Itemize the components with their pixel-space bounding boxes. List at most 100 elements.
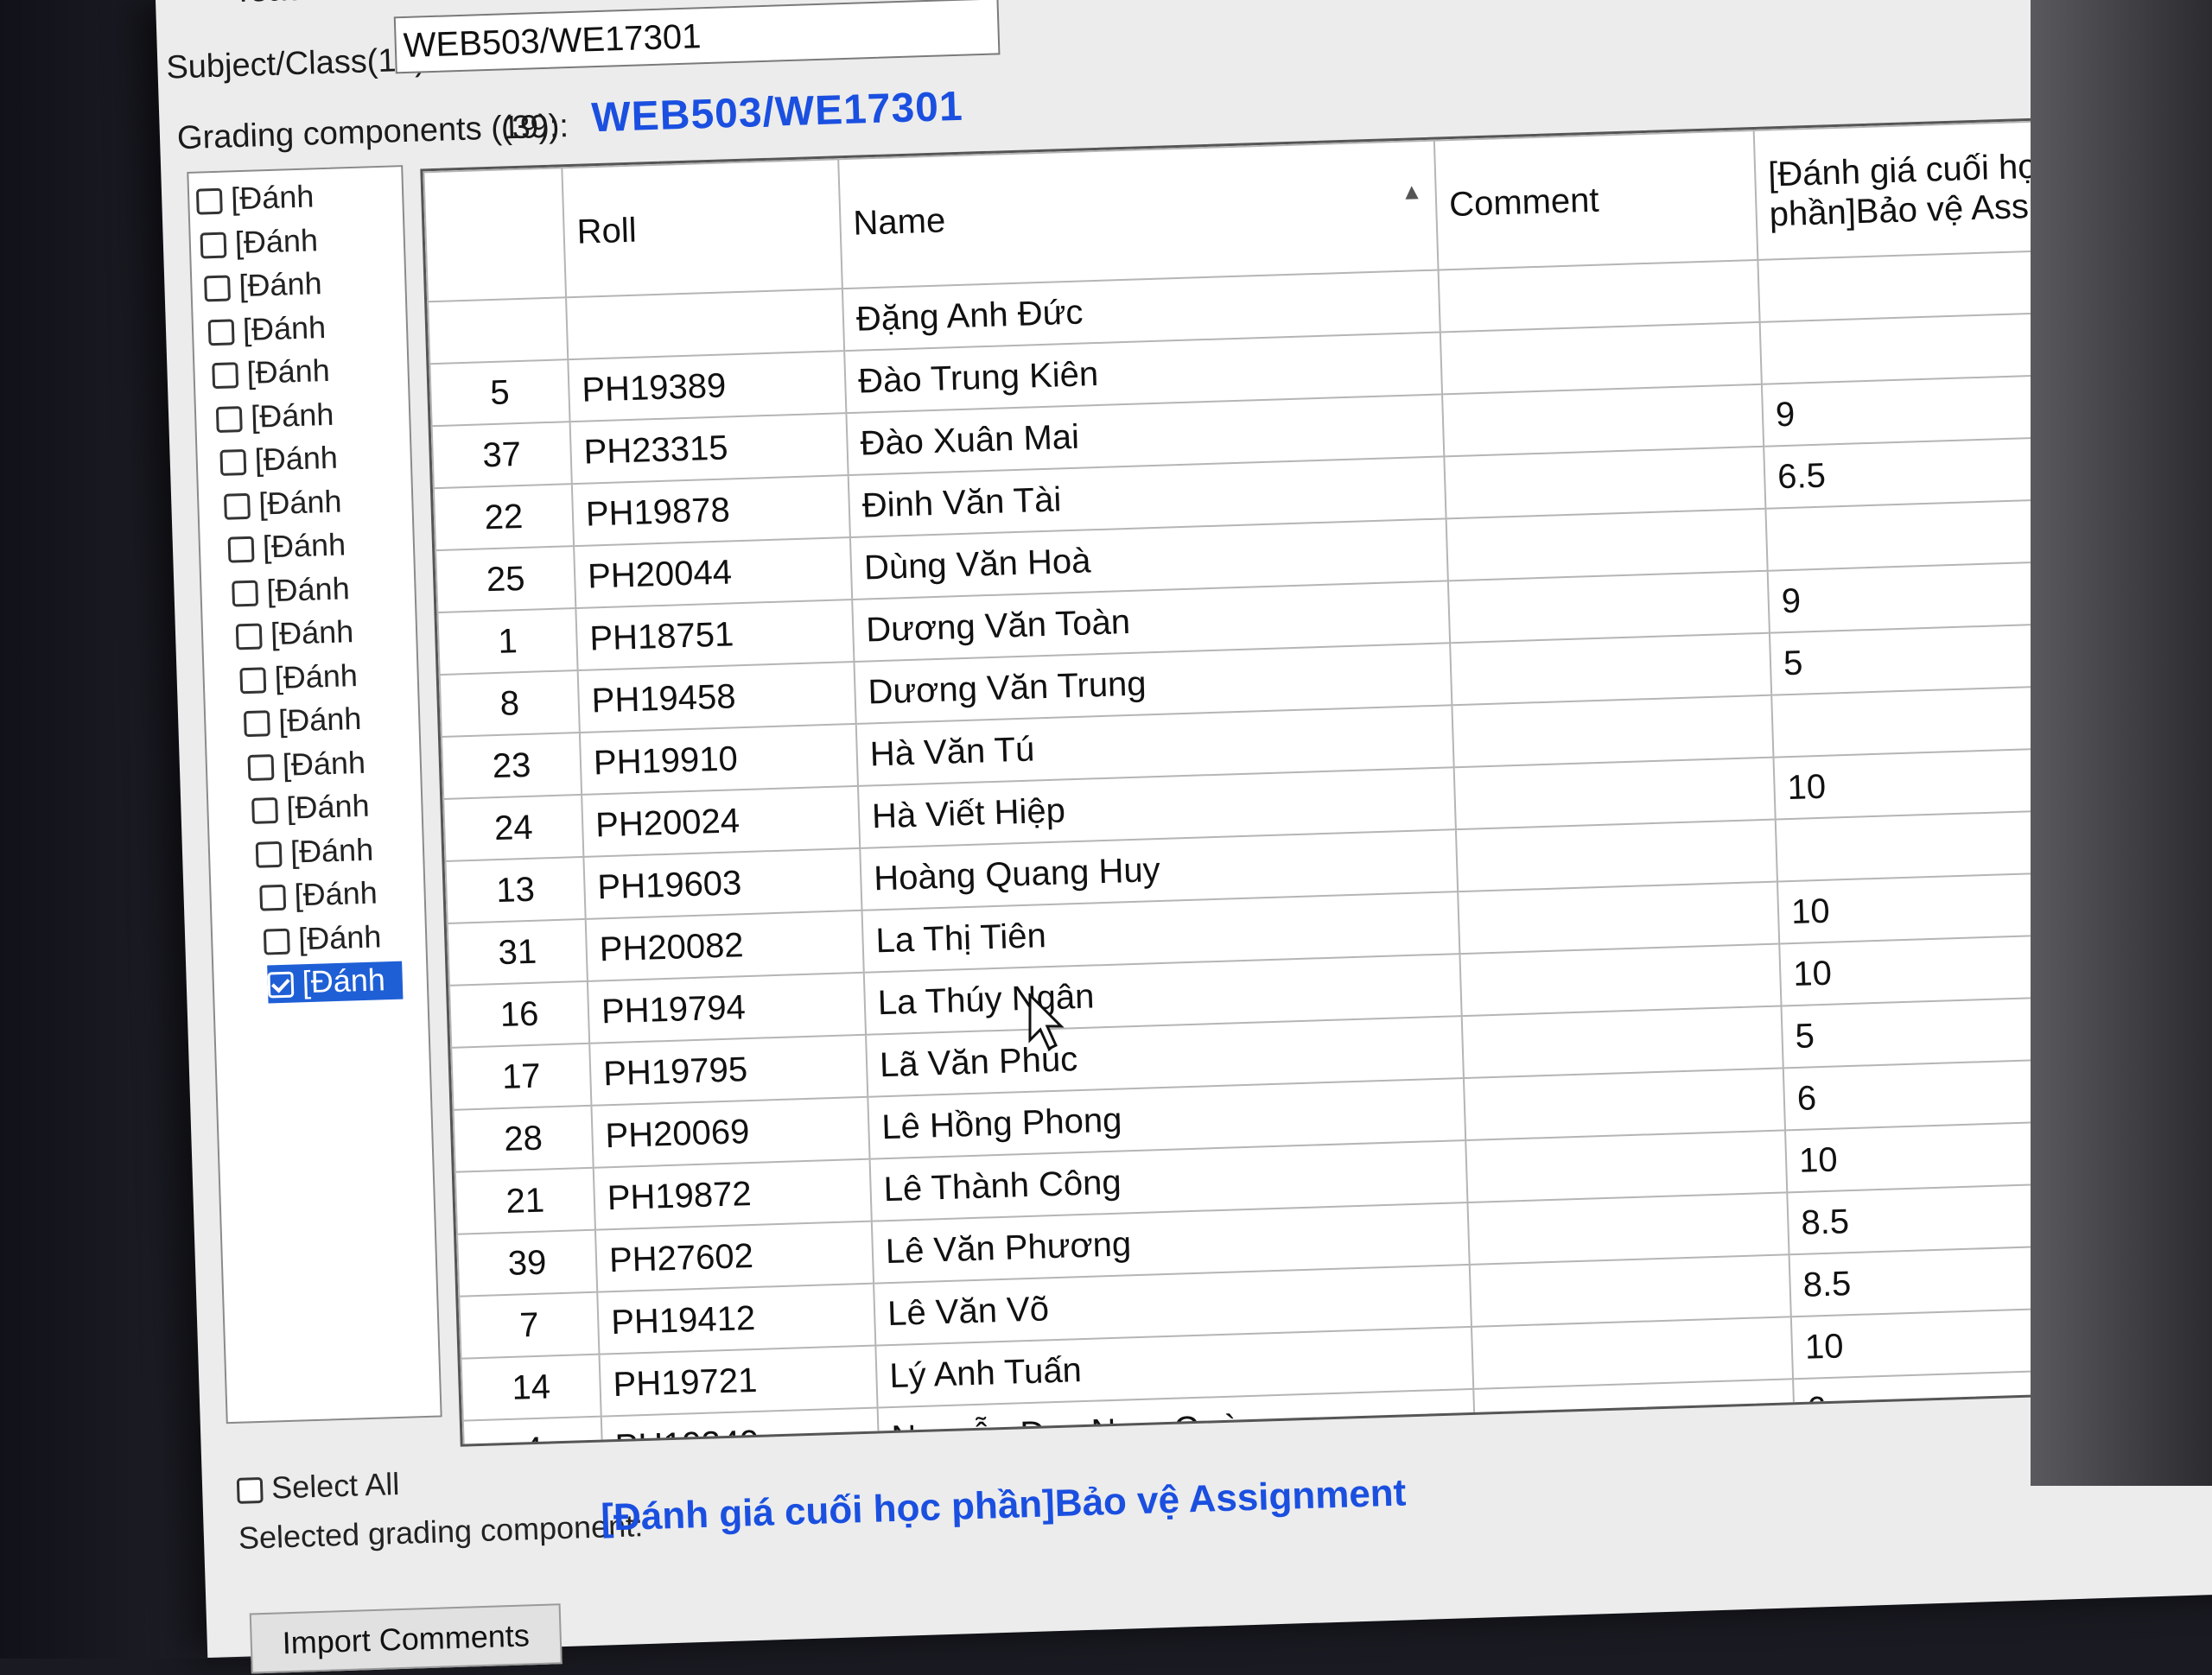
cell-comment[interactable] [1446, 508, 1768, 581]
cell-comment[interactable] [1447, 570, 1770, 644]
cell-roll [566, 289, 845, 360]
column-header-comment[interactable]: Comment [1433, 130, 1758, 270]
sort-ascending-icon: ▲ [1400, 177, 1424, 205]
grading-component-item[interactable]: [Đánh [255, 831, 374, 872]
cell-comment[interactable] [1444, 446, 1766, 519]
cell-index: 14 [461, 1354, 601, 1421]
grading-component-item[interactable]: [Đánh [251, 788, 370, 829]
cell-comment[interactable] [1453, 757, 1776, 830]
grading-component-item[interactable]: [Đánh [207, 308, 327, 351]
column-header-name[interactable]: Name ▲ [838, 140, 1439, 289]
students-grid[interactable]: Roll Name ▲ Comment [Đánh giá cuối học p… [420, 113, 2212, 1447]
cell-comment[interactable] [1467, 1192, 1789, 1265]
grading-component-label: [Đánh [270, 613, 354, 652]
grading-component-label: [Đánh [242, 308, 327, 347]
import-comments-button[interactable]: Import Comments [249, 1603, 563, 1674]
select-all-checkbox[interactable]: Select All [236, 1465, 400, 1507]
grading-component-item[interactable]: [Đánh [259, 874, 378, 916]
cell-roll: PH19458 [577, 661, 856, 733]
cell-comment[interactable] [1463, 1068, 1786, 1141]
subject-class-field[interactable]: WEB503/WE17301 [393, 0, 1001, 74]
grading-component-item[interactable]: [Đánh [243, 700, 362, 742]
grading-component-label: [Đánh [302, 961, 386, 1000]
checkbox-icon [219, 449, 247, 477]
grading-component-item[interactable]: [Đánh [235, 613, 354, 655]
cell-index: 13 [445, 856, 586, 923]
checkbox-icon [212, 362, 239, 390]
grading-component-item[interactable]: [Đánh [219, 440, 338, 481]
cell-comment[interactable] [1465, 1130, 1788, 1202]
cell-roll: PH19389 [568, 351, 847, 422]
cell-comment[interactable] [1452, 695, 1774, 768]
grading-component-label: [Đánh [277, 700, 362, 739]
checkbox-icon [251, 797, 279, 825]
grading-component-label: [Đánh [262, 526, 346, 565]
grading-component-label: [Đánh [238, 265, 323, 304]
cell-index: 8 [439, 670, 580, 738]
grade-entry-window: Teacher: dat Subject/Class(19): WEB503/W… [156, 0, 2212, 1674]
cell-roll: PH20044 [574, 537, 853, 609]
grading-component-label: [Đánh [230, 178, 315, 217]
grading-component-item[interactable]: [Đánh [232, 570, 350, 612]
checkbox-icon [223, 492, 251, 520]
cell-roll: PH19878 [571, 475, 850, 547]
grading-component-item[interactable]: [Đánh [212, 352, 330, 394]
cell-comment[interactable] [1450, 632, 1772, 706]
checkbox-icon [235, 623, 263, 650]
grading-components-list[interactable]: [Đánh [Đánh [Đánh [Đánh [Đánh [Đánh [Đánh [Đánh… [187, 165, 442, 1424]
checkbox-icon [239, 667, 267, 695]
cell-comment[interactable] [1475, 1441, 1797, 1447]
cell-index [428, 297, 569, 365]
grading-component-item[interactable]: [Đánh [267, 961, 404, 1004]
checkbox-icon [215, 406, 243, 434]
grading-component-item[interactable]: [Đánh [200, 222, 319, 263]
grading-component-item[interactable]: [Đánh [204, 265, 322, 307]
cell-comment[interactable] [1473, 1379, 1796, 1447]
cell-index: 31 [447, 918, 588, 986]
cell-comment[interactable] [1469, 1254, 1791, 1327]
cell-roll: PH18751 [575, 600, 855, 671]
class-link[interactable]: WEB503/WE17301 [591, 83, 964, 142]
cell-index: 37 [431, 422, 572, 489]
grading-component-item[interactable]: [Đánh [227, 526, 346, 568]
cell-comment[interactable] [1459, 943, 1782, 1017]
selected-component-label: Selected grading component: [238, 1507, 644, 1556]
grading-component-label: [Đánh [250, 396, 334, 435]
checkbox-icon [232, 580, 259, 607]
cell-comment[interactable] [1461, 1006, 1783, 1079]
cell-roll: PH19721 [599, 1345, 878, 1417]
cell-roll: PH20082 [585, 910, 864, 981]
cell-comment[interactable] [1442, 384, 1764, 457]
cell-roll: PH19872 [593, 1158, 872, 1230]
column-header-index[interactable] [423, 168, 567, 302]
cell-roll: PH19910 [579, 723, 858, 795]
cell-index: 21 [454, 1167, 595, 1234]
grading-component-label: [Đánh [265, 569, 351, 608]
grading-component-item[interactable]: [Đánh [263, 918, 382, 960]
cell-index: 17 [451, 1043, 592, 1110]
grading-component-label: [Đánh [257, 483, 343, 522]
cell-comment[interactable] [1455, 819, 1777, 892]
cell-roll: PH27602 [594, 1221, 874, 1292]
grading-component-item[interactable]: [Đánh [239, 657, 358, 699]
grading-component-item[interactable]: [Đánh [195, 178, 315, 219]
grading-component-label: [Đánh [254, 439, 339, 478]
column-header-name-label: Name [852, 200, 946, 243]
cell-roll: PH19603 [583, 847, 862, 919]
cell-index: 39 [457, 1229, 598, 1297]
cell-comment[interactable] [1471, 1317, 1794, 1389]
cell-comment[interactable] [1458, 881, 1780, 955]
cell-index: 4 [462, 1416, 604, 1447]
select-all-label: Select All [270, 1465, 400, 1506]
cell-comment[interactable] [1438, 259, 1760, 333]
cell-index: 25 [435, 546, 576, 613]
grading-component-item[interactable]: [Đánh [247, 744, 366, 785]
cell-index: 1 [437, 608, 578, 676]
column-header-roll[interactable]: Roll [562, 159, 842, 298]
checkbox-icon [259, 885, 287, 912]
checkbox-icon [267, 972, 295, 999]
cell-comment[interactable] [1440, 321, 1762, 395]
grading-component-item[interactable]: [Đánh [223, 483, 343, 524]
background-right [2031, 0, 2212, 1486]
grading-component-item[interactable]: [Đánh [215, 396, 334, 437]
